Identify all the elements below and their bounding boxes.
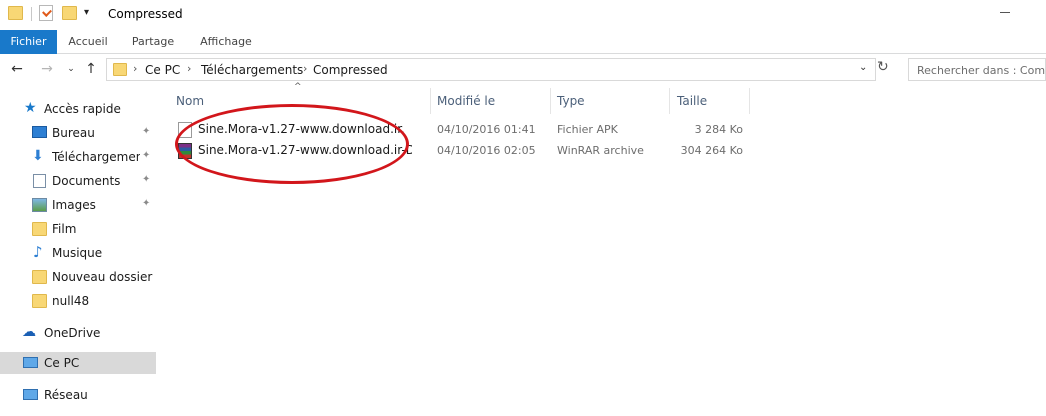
search-placeholder: Rechercher dans : Comp — [917, 64, 1046, 77]
nav-label: Nouveau dossier — [52, 270, 153, 284]
nav-item-film[interactable]: Film — [0, 218, 156, 240]
pin-icon[interactable]: ✦ — [142, 126, 150, 137]
nav-label: Images — [52, 198, 96, 212]
tab-partage[interactable]: Partage — [124, 30, 182, 54]
nav-label: Accès rapide — [44, 102, 121, 116]
window-title: Compressed — [108, 7, 183, 21]
nav-item-bureau[interactable]: Bureau ✦ — [0, 122, 156, 144]
nav-item-documents[interactable]: Documents ✦ — [0, 170, 156, 192]
column-header-name[interactable]: Nom — [176, 88, 430, 114]
documents-icon — [33, 174, 46, 188]
refresh-icon[interactable]: ↻ — [877, 59, 889, 75]
nav-label: Film — [52, 222, 77, 236]
column-header-modified[interactable]: Modifié le — [437, 88, 549, 114]
title-bar: ▾ Compressed — [0, 0, 1046, 30]
file-modified: 04/10/2016 02:05 — [437, 144, 536, 157]
tab-fichier[interactable]: Fichier — [0, 30, 57, 54]
nav-this-pc[interactable]: Ce PC — [0, 352, 156, 374]
breadcrumb-ce-pc[interactable]: Ce PC — [145, 63, 180, 77]
apk-file-icon — [178, 122, 192, 138]
address-dropdown-icon[interactable]: ⌄ — [859, 62, 867, 73]
address-row: ← → ⌄ ↑ › Ce PC › Téléchargements › Comp… — [0, 54, 1046, 86]
column-header-type[interactable]: Type — [557, 88, 669, 114]
winrar-archive-icon — [178, 143, 192, 159]
nav-label: Bureau — [52, 126, 95, 140]
breadcrumb-compressed[interactable]: Compressed — [313, 63, 388, 77]
file-size: 3 284 Ko — [694, 123, 743, 136]
address-folder-icon — [113, 63, 127, 76]
column-header-size[interactable]: Taille — [677, 88, 749, 114]
pin-icon[interactable]: ✦ — [142, 198, 150, 209]
forward-arrow-icon[interactable]: → — [38, 60, 56, 78]
nav-quick-access[interactable]: ★ Accès rapide — [0, 98, 156, 120]
column-divider[interactable] — [749, 88, 750, 114]
nav-label: Réseau — [44, 388, 88, 402]
recent-locations-chevron-icon[interactable]: ⌄ — [62, 60, 80, 78]
breadcrumb-telechargements[interactable]: Téléchargements — [201, 63, 303, 77]
address-bar[interactable]: › Ce PC › Téléchargements › Compressed ⌄… — [106, 58, 889, 81]
breadcrumb-separator-icon[interactable]: › — [133, 62, 137, 75]
properties-icon[interactable] — [39, 5, 53, 21]
column-divider[interactable] — [430, 88, 431, 114]
nav-item-nouveau-dossier[interactable]: Nouveau dossier — [0, 266, 156, 288]
new-folder-icon[interactable] — [62, 6, 77, 20]
navigation-pane: ★ Accès rapide Bureau ✦ ⬇ Téléchargement… — [0, 90, 156, 416]
file-size: 304 264 Ko — [680, 144, 743, 157]
pin-icon[interactable]: ✦ — [142, 174, 150, 185]
column-divider[interactable] — [669, 88, 670, 114]
breadcrumb-separator-icon[interactable]: › — [303, 62, 307, 75]
nav-item-telechargements[interactable]: ⬇ Téléchargements ✦ — [0, 146, 156, 168]
nav-label: Documents — [52, 174, 121, 188]
folder-icon — [32, 270, 47, 284]
file-type: WinRAR archive — [557, 144, 644, 157]
tab-accueil[interactable]: Accueil — [60, 30, 116, 54]
nav-item-null48[interactable]: null48 — [0, 290, 156, 312]
file-row[interactable]: Sine.Mora-v1.27-www.download.ir-Data 04/… — [172, 140, 772, 161]
cloud-icon: ☁ — [22, 324, 36, 340]
nav-label: Ce PC — [44, 356, 80, 370]
nav-label: null48 — [52, 294, 90, 308]
pin-icon[interactable]: ✦ — [142, 150, 150, 161]
breadcrumb-separator-icon[interactable]: › — [187, 62, 191, 75]
minimize-icon[interactable] — [1000, 12, 1010, 13]
file-row[interactable]: Sine.Mora-v1.27-www.download.ir.apk 04/1… — [172, 119, 772, 140]
ribbon-tabs: Fichier Accueil Partage Affichage — [0, 30, 1046, 54]
nav-label: OneDrive — [44, 326, 101, 340]
star-icon: ★ — [24, 100, 37, 116]
computer-icon — [23, 357, 38, 368]
column-divider[interactable] — [550, 88, 551, 114]
nav-item-musique[interactable]: ♪ Musique — [0, 242, 156, 264]
download-arrow-icon: ⬇ — [32, 148, 44, 164]
search-input[interactable]: Rechercher dans : Comp — [908, 58, 1046, 81]
quick-access-dropdown-icon[interactable]: ▾ — [84, 6, 89, 20]
file-modified: 04/10/2016 01:41 — [437, 123, 536, 136]
folder-icon — [32, 294, 47, 308]
images-icon — [32, 198, 47, 212]
desktop-icon — [32, 126, 47, 138]
file-type: Fichier APK — [557, 123, 618, 136]
nav-label: Téléchargements — [52, 150, 140, 164]
folder-icon[interactable] — [8, 6, 23, 20]
music-note-icon: ♪ — [33, 243, 43, 261]
tab-affichage[interactable]: Affichage — [192, 30, 260, 54]
file-list: ^ Nom Modifié le Type Taille Sine.Mora-v… — [158, 82, 1046, 416]
toolbar-separator — [31, 7, 32, 21]
up-arrow-icon[interactable]: ↑ — [82, 60, 100, 78]
nav-label: Musique — [52, 246, 103, 260]
folder-icon — [32, 222, 47, 236]
nav-network[interactable]: Réseau — [0, 384, 156, 406]
network-icon — [23, 389, 38, 400]
nav-onedrive[interactable]: ☁ OneDrive — [0, 322, 156, 344]
nav-item-images[interactable]: Images ✦ — [0, 194, 156, 216]
file-name: Sine.Mora-v1.27-www.download.ir-Data — [198, 143, 412, 157]
back-arrow-icon[interactable]: ← — [8, 60, 26, 78]
file-name: Sine.Mora-v1.27-www.download.ir.apk — [198, 122, 404, 136]
